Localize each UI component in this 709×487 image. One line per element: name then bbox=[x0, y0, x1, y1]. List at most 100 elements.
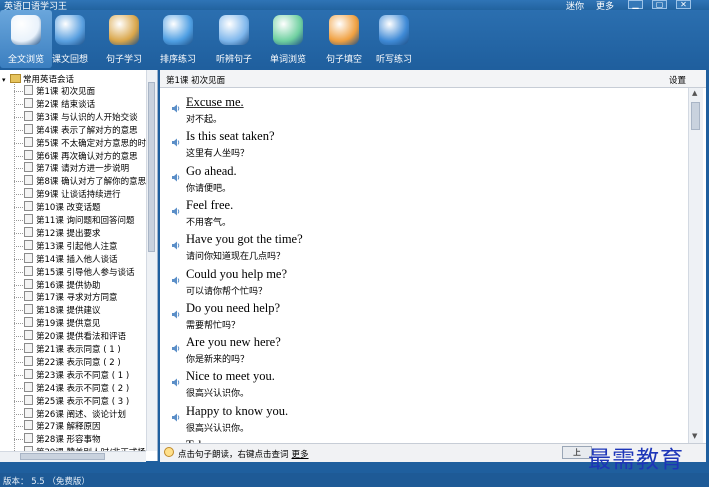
settings-link[interactable]: 设置 bbox=[669, 74, 686, 86]
lesson-item[interactable]: 第6课 再次确认对方的意思 bbox=[24, 149, 138, 162]
maximize-button[interactable]: ▢ bbox=[652, 0, 667, 9]
tree-expand-icon[interactable]: ▾ bbox=[2, 76, 8, 84]
toolbar-magnifier-button[interactable]: 句子学习 bbox=[98, 10, 150, 68]
sentence-english[interactable]: Feel free. bbox=[186, 198, 233, 213]
lesson-item[interactable]: 第22课 表示同意 ( 2 ) bbox=[24, 355, 121, 368]
tree-connector bbox=[14, 400, 23, 402]
sentence-item[interactable]: Have you got the time? 请问你知道现在几点吗？ bbox=[172, 232, 672, 266]
lesson-item[interactable]: 第17课 寻求对方同意 bbox=[24, 291, 118, 303]
sidebar-horizontal-scrollbar[interactable] bbox=[0, 451, 146, 462]
content-scroll-thumb[interactable] bbox=[691, 102, 700, 130]
lesson-item[interactable]: 第15课 引导他人参与谈话 bbox=[24, 265, 135, 278]
lesson-item[interactable]: 第27课 解释原因 bbox=[24, 420, 101, 432]
sentence-item[interactable]: Are you new here? 你是新来的吗？ bbox=[172, 335, 672, 369]
lesson-item[interactable]: 第5课 不太确定对方意思的时 bbox=[24, 136, 147, 149]
document-icon bbox=[24, 110, 33, 121]
more-link[interactable]: 更多 bbox=[292, 450, 309, 460]
sentence-english[interactable]: Nice to meet you. bbox=[186, 369, 275, 384]
toolbar-label: 课文回想 bbox=[51, 55, 88, 65]
sentence-english[interactable]: Do you need help? bbox=[186, 301, 280, 316]
sentence-english[interactable]: Go ahead. bbox=[186, 164, 237, 179]
sentence-item[interactable]: Do you need help? 需要帮忙吗？ bbox=[172, 301, 672, 335]
toolbar-recycle-monitor-button[interactable]: 单词浏览 bbox=[262, 10, 314, 68]
lesson-item[interactable]: 第11课 询问题和回答问题 bbox=[24, 214, 135, 226]
sidebar-vertical-scrollbar[interactable] bbox=[146, 70, 157, 451]
sentence-item[interactable]: Feel free. 不用客气。 bbox=[172, 198, 672, 232]
lesson-label: 第5课 不太确定对方意思的时 bbox=[36, 138, 147, 149]
toolbar-globe-button[interactable]: 听写练习 bbox=[368, 10, 420, 68]
toolbar-disc-button[interactable]: 句子填空 bbox=[318, 10, 370, 68]
tree-connector bbox=[14, 207, 23, 209]
toolbar-shield-button[interactable]: 课文回想 bbox=[44, 10, 96, 68]
lesson-item[interactable]: 第21课 表示同意 ( 1 ) bbox=[24, 343, 121, 355]
lesson-item[interactable]: 第19课 提供意见 bbox=[24, 317, 101, 329]
lesson-label: 第21课 表示同意 ( 1 ) bbox=[36, 345, 121, 355]
sentence-item[interactable]: Happy to know you. 很高兴认识你。 bbox=[172, 404, 672, 438]
sentence-english[interactable]: Have you got the time? bbox=[186, 232, 303, 247]
sentence-english[interactable]: Is this seat taken? bbox=[186, 129, 275, 144]
tree-connector bbox=[14, 284, 23, 286]
lesson-item[interactable]: 第10课 改变话题 bbox=[24, 201, 101, 213]
lesson-item[interactable]: 第7课 请对方进一步说明 bbox=[24, 162, 129, 174]
close-button[interactable]: ✕ bbox=[676, 0, 691, 9]
lesson-item[interactable]: 第12课 提出要求 bbox=[24, 226, 101, 239]
scroll-down-icon[interactable]: ▼ bbox=[692, 432, 697, 440]
lesson-item[interactable]: 第24课 表示不同意 ( 2 ) bbox=[24, 381, 129, 394]
tree-connector bbox=[14, 103, 23, 105]
sidebar-scroll-thumb[interactable] bbox=[148, 82, 155, 252]
speaker-icon[interactable] bbox=[172, 372, 180, 387]
toolbar-gauge-button[interactable]: 排序练习 bbox=[152, 10, 204, 68]
tree-root[interactable]: ▾ 常用英语会话 bbox=[2, 73, 74, 85]
speaker-icon[interactable] bbox=[172, 167, 180, 182]
lesson-label: 第16课 提供协助 bbox=[36, 280, 101, 291]
globe-icon bbox=[379, 15, 409, 45]
scroll-up-icon[interactable]: ▲ bbox=[692, 89, 697, 97]
lesson-item[interactable]: 第20课 提供看法和评语 bbox=[24, 330, 126, 342]
lesson-item[interactable]: 第9课 让谈话持续进行 bbox=[24, 188, 121, 200]
lesson-item[interactable]: 第18课 提供建议 bbox=[24, 304, 101, 316]
sentence-english[interactable]: Could you help me? bbox=[186, 267, 287, 282]
speaker-icon[interactable] bbox=[172, 201, 180, 216]
sentence-item[interactable]: Nice to meet you. 很高兴认识你。 bbox=[172, 369, 672, 403]
content-header: 第1课 初次见面 设置 bbox=[160, 70, 706, 88]
title-bar: 英语口语学习王 迷你 更多 ▁ ▢ ✕ bbox=[0, 0, 709, 12]
minimize-button[interactable]: ▁ bbox=[628, 0, 643, 9]
sentence-item[interactable]: Excuse me. 对不起。 bbox=[172, 95, 672, 129]
content-vertical-scrollbar[interactable]: ▲ ▼ bbox=[688, 88, 703, 443]
lesson-label: 第9课 让谈话持续进行 bbox=[36, 190, 121, 201]
lesson-item[interactable]: 第16课 提供协助 bbox=[24, 278, 101, 291]
sentence-english[interactable]: Are you new here? bbox=[186, 335, 281, 350]
lesson-item[interactable]: 第26课 阐述、谈论计划 bbox=[24, 407, 126, 420]
lesson-item[interactable]: 第28课 形容事物 bbox=[24, 433, 101, 445]
hint-text: 点击句子朗读，右键点击查词 bbox=[178, 450, 289, 460]
speaker-icon[interactable] bbox=[172, 304, 180, 319]
lesson-item[interactable]: 第3课 与认识的人开始交谈 bbox=[24, 110, 138, 123]
lesson-item[interactable]: 第23课 表示不同意 ( 1 ) bbox=[24, 368, 129, 381]
lesson-item[interactable]: 第1课 初次见面 bbox=[24, 85, 95, 97]
speaker-icon[interactable] bbox=[172, 270, 180, 284]
document-icon bbox=[24, 188, 33, 199]
document-icon bbox=[24, 304, 33, 315]
sentence-english[interactable]: Excuse me. bbox=[186, 95, 244, 110]
tree-connector bbox=[14, 413, 23, 415]
lesson-item[interactable]: 第8课 确认对方了解你的意思 bbox=[24, 175, 146, 187]
speaker-icon[interactable] bbox=[172, 338, 180, 353]
lesson-label: 第22课 表示同意 ( 2 ) bbox=[36, 357, 121, 368]
lesson-item[interactable]: 第4课 表示了解对方的意思 bbox=[24, 123, 138, 136]
toolbar-orb-button[interactable]: 听辨句子 bbox=[208, 10, 260, 68]
lesson-item[interactable]: 第2课 结束谈话 bbox=[24, 97, 95, 110]
speaker-icon[interactable] bbox=[172, 132, 180, 147]
sentence-item[interactable]: Is this seat taken? 这里有人坐吗？ bbox=[172, 129, 672, 163]
speaker-icon[interactable] bbox=[172, 98, 180, 113]
sentence-item[interactable]: Go ahead. 你请便吧。 bbox=[172, 164, 672, 198]
sentence-english[interactable]: Happy to know you. bbox=[186, 404, 288, 419]
document-icon bbox=[24, 433, 33, 444]
document-icon bbox=[24, 381, 33, 392]
sidebar-hscroll-thumb[interactable] bbox=[20, 453, 105, 460]
lesson-item[interactable]: 第25课 表示不同意 ( 3 ) bbox=[24, 394, 129, 407]
sentence-item[interactable]: Could you help me? 可以请你帮个忙吗？ bbox=[172, 267, 672, 301]
lesson-item[interactable]: 第13课 引起他人注意 bbox=[24, 239, 118, 252]
speaker-icon[interactable] bbox=[172, 235, 180, 250]
speaker-icon[interactable] bbox=[172, 407, 180, 422]
lesson-item[interactable]: 第14课 插入他人谈话 bbox=[24, 252, 118, 265]
